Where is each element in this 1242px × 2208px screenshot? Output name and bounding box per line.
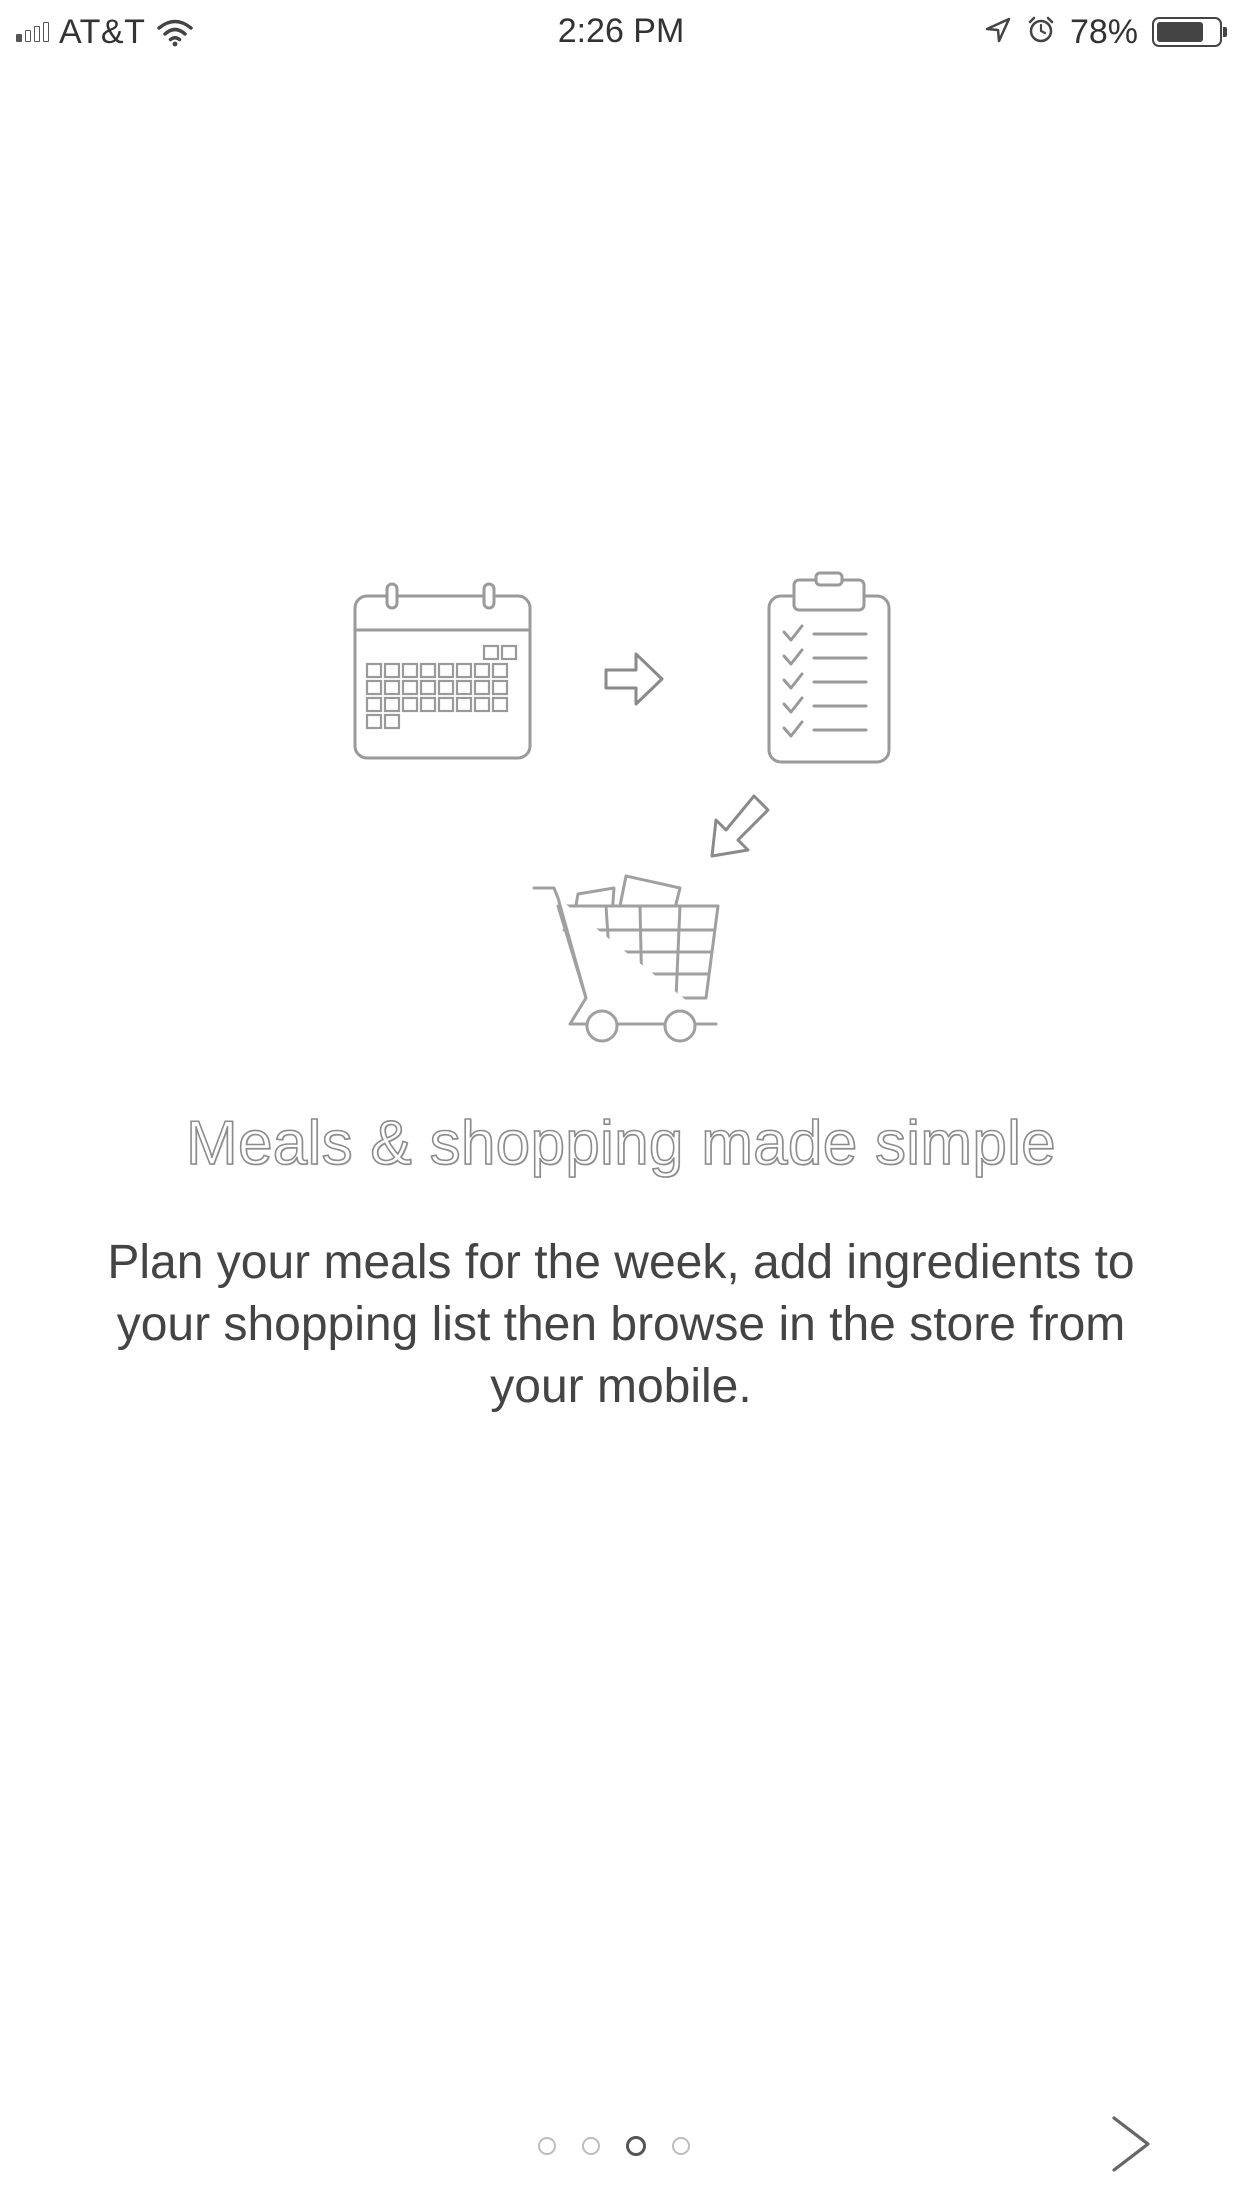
- onboarding-title: Meals & shopping made simple: [185, 1108, 1056, 1179]
- checklist-clipboard-icon: [767, 571, 891, 764]
- page-indicator: [538, 2136, 690, 2156]
- alarm-icon: [1026, 15, 1056, 50]
- page-dot[interactable]: [672, 2137, 690, 2155]
- status-bar: AT&T 2:26 PM 78%: [0, 0, 1242, 64]
- location-arrow-icon: [984, 16, 1012, 49]
- page-dot[interactable]: [538, 2137, 556, 2155]
- onboarding-illustration: [340, 570, 900, 1070]
- right-arrow-icon: [604, 652, 664, 706]
- onboarding-description: Plan your meals for the week, add ingred…: [107, 1236, 1135, 1413]
- battery-percentage: 78%: [1069, 12, 1138, 51]
- page-dot[interactable]: [582, 2137, 600, 2155]
- calendar-icon: [353, 582, 532, 760]
- status-right: 78%: [984, 10, 1227, 54]
- down-left-arrow-icon: [710, 794, 770, 858]
- next-button[interactable]: [1104, 2112, 1160, 2176]
- page-dot[interactable]: [626, 2136, 646, 2156]
- battery-icon: [1152, 17, 1227, 47]
- shopping-cart-icon: [532, 874, 720, 1043]
- chevron-right-icon: [1112, 2116, 1150, 2172]
